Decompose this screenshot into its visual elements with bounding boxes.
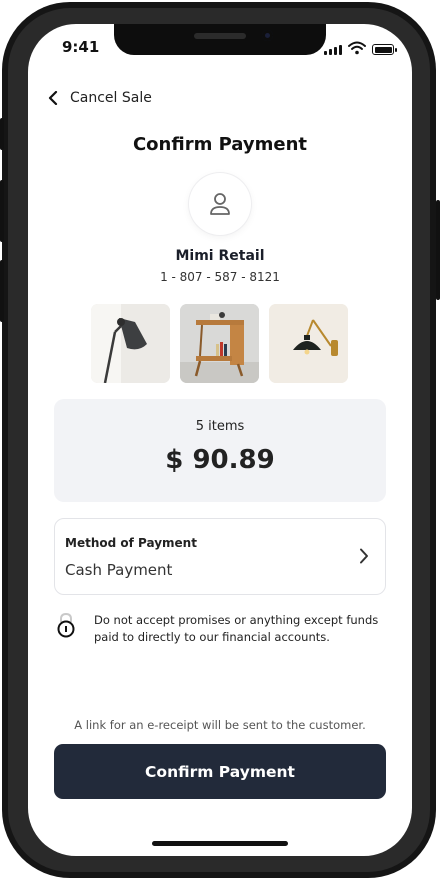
- merchant-name: Mimi Retail: [175, 248, 265, 264]
- page-title: Confirm Payment: [132, 134, 308, 155]
- home-indicator: [152, 841, 288, 846]
- user-icon: [210, 193, 230, 215]
- cancel-sale-link[interactable]: Cancel Sale: [48, 90, 152, 106]
- items-count: 5 items: [195, 419, 245, 434]
- volume-up-button: [0, 180, 4, 242]
- order-summary-card: 5 items $ 90.89: [54, 399, 386, 502]
- status-icons: [324, 41, 397, 55]
- payment-method-selector[interactable]: Method of Payment Cash Payment: [54, 518, 386, 595]
- lock-icon: [57, 612, 75, 638]
- cancel-sale-label: Cancel Sale: [70, 90, 152, 106]
- wifi-icon: [348, 41, 366, 55]
- notch: [114, 24, 326, 55]
- product-thumbnails: [91, 304, 348, 383]
- chevron-right-icon: [360, 548, 368, 564]
- confirm-payment-button[interactable]: Confirm Payment: [54, 744, 386, 799]
- power-button: [436, 200, 440, 300]
- side-table-image: [180, 304, 259, 383]
- mute-switch: [0, 118, 4, 150]
- wall-lamp-image: [269, 304, 348, 383]
- payment-method-value: Cash Payment: [65, 561, 173, 579]
- payment-method-label: Method of Payment: [65, 536, 197, 550]
- front-camera: [262, 30, 273, 41]
- ereceipt-note: A link for an e-receipt will be sent to …: [74, 718, 366, 732]
- merchant-phone: 1 - 807 - 587 - 8121: [160, 270, 280, 284]
- warning-text: Do not accept promises or anything excep…: [94, 613, 379, 644]
- battery-icon: [372, 44, 397, 55]
- status-time: 9:41: [62, 38, 100, 56]
- desk-lamp-image: [91, 304, 170, 383]
- chevron-left-icon: [48, 91, 58, 105]
- avatar: [189, 173, 251, 235]
- cellular-signal-icon: [324, 45, 342, 55]
- speaker-grille: [194, 33, 246, 39]
- payment-warning: Do not accept promises or anything excep…: [56, 612, 386, 646]
- total-amount: $ 90.89: [165, 445, 275, 475]
- volume-down-button: [0, 260, 4, 322]
- app-screen: 9:41 Cancel Sale Confirm Payment Mimi Re…: [28, 24, 412, 856]
